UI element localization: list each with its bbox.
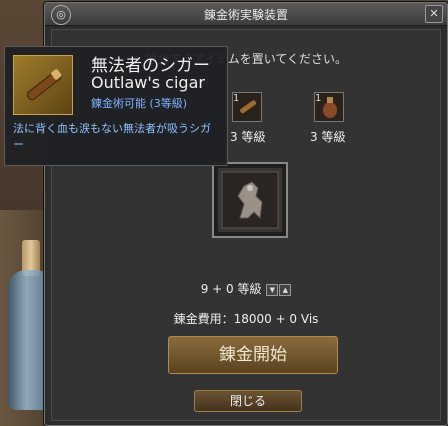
window-titlebar[interactable]: ◎ 錬金術実験装置 ✕ [45, 3, 447, 26]
cigar-icon [26, 69, 62, 101]
grade-line: 9 + 0 等級 ▼ ▲ [52, 280, 440, 297]
material-slot-1-grade: 3 等級 [230, 130, 266, 144]
lion-crest-icon [221, 171, 279, 229]
tooltip-item-image [13, 55, 73, 115]
window-title: 錬金術実験装置 [203, 8, 288, 22]
item-tooltip: 無法者のシガー Outlaw's cigar 錬金術可能 (3等級) 法に背く血… [4, 46, 228, 166]
alchemy-cost: 錬金費用：18000 + 0 Vis [173, 312, 319, 326]
grade-down-button[interactable]: ▼ [266, 283, 279, 296]
material-slot-1-index: 1 [233, 93, 240, 104]
material-slot-1[interactable]: 1 [232, 92, 262, 122]
main-item-slot[interactable] [212, 162, 288, 238]
close-button[interactable]: 閉じる [194, 390, 302, 412]
close-icon[interactable]: ✕ [425, 5, 443, 23]
grade-up-button[interactable]: ▲ [279, 283, 292, 296]
start-alchemy-button[interactable]: 錬金開始 [168, 336, 338, 374]
tooltip-item-status: 錬金術可能 (3等級) [91, 97, 188, 110]
tooltip-item-name-en: Outlaw's cigar [91, 73, 205, 92]
main-item-frame [218, 168, 282, 232]
material-slot-2-grade: 3 等級 [310, 130, 346, 144]
material-slot-2-index: 1 [315, 93, 322, 104]
grade-value: 9 + 0 等級 [200, 282, 262, 296]
material-slot-2[interactable]: 1 [314, 92, 344, 122]
tooltip-item-description: 法に背く血も涙もない無法者が吸うシガー [13, 122, 211, 151]
